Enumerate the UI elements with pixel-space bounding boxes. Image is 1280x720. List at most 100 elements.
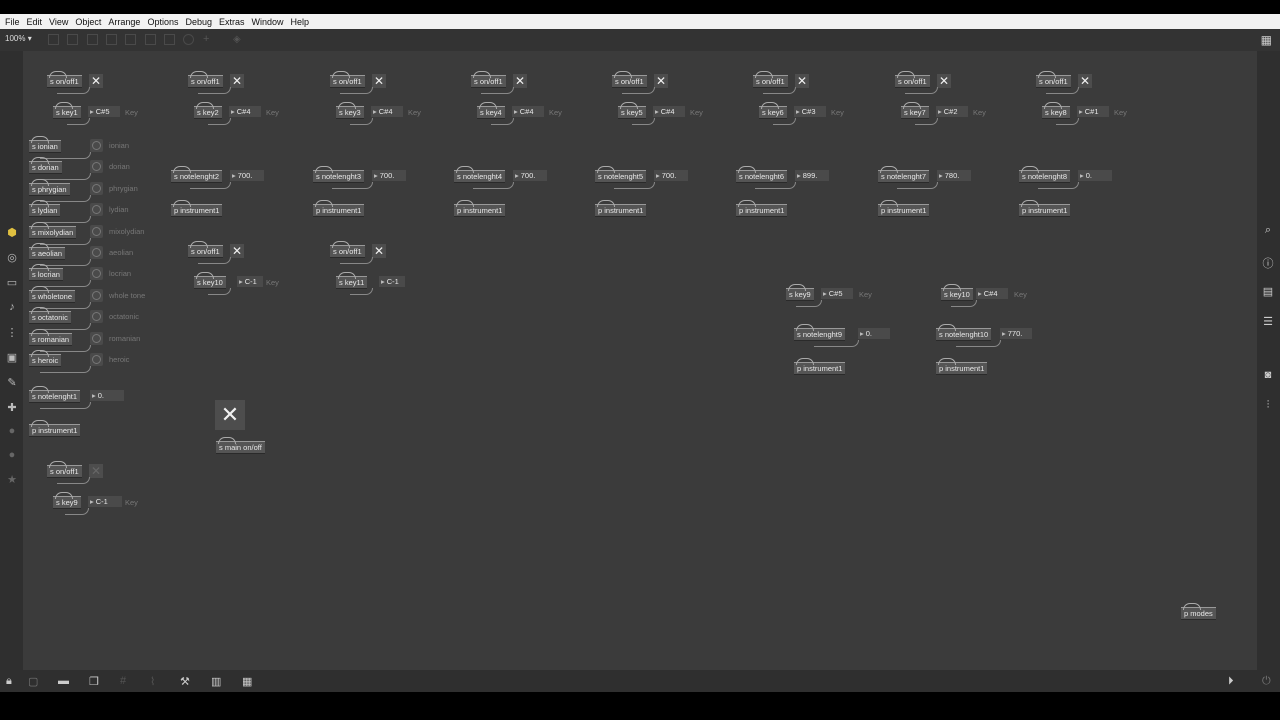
notelength-number-5[interactable]: ▸ 700. (654, 170, 688, 181)
note-number-4[interactable]: ▸ C#4 (512, 106, 544, 117)
right-note-number-1[interactable]: ▸ C#5 (821, 288, 853, 299)
menu-item-object[interactable]: Object (75, 17, 101, 27)
star-icon[interactable]: ★ (5, 473, 19, 486)
right-notelength-number-1[interactable]: ▸ 0. (858, 328, 890, 339)
menu-item-window[interactable]: Window (252, 17, 284, 27)
sequence-icon[interactable]: ⋮ (5, 326, 19, 339)
note-number-6[interactable]: ▸ C#3 (794, 106, 826, 117)
note-number-8[interactable]: ▸ C#1 (1077, 106, 1109, 117)
mode-bang-romanian[interactable] (90, 332, 103, 345)
instrument-object-5[interactable]: p instrument1 (595, 200, 647, 217)
play-icon[interactable]: ⏵ (1228, 675, 1234, 688)
target-icon[interactable]: ◎ (5, 251, 19, 264)
package-icon[interactable]: ▭ (5, 276, 19, 289)
onoff-toggle-2[interactable]: ✕ (230, 74, 244, 88)
menu-item-extras[interactable]: Extras (219, 17, 245, 27)
mode-bang-mixolydian[interactable] (90, 225, 103, 238)
menu-item-options[interactable]: Options (147, 17, 178, 27)
mode-bang-dorian[interactable] (90, 160, 103, 173)
clip-icon[interactable]: ✎ (5, 376, 19, 389)
slider-icon[interactable] (164, 34, 175, 45)
windows-icon[interactable]: ❐ (89, 675, 99, 688)
camera-icon[interactable]: ◙ (1261, 369, 1275, 381)
mode-bang-ionian[interactable] (90, 139, 103, 152)
menu-item-help[interactable]: Help (291, 17, 310, 27)
mode-bang-heroic[interactable] (90, 353, 103, 366)
info-icon[interactable]: ⓘ (1261, 255, 1275, 271)
patcher-canvas[interactable] (23, 51, 1257, 670)
paint-icon[interactable]: ◈ (233, 34, 244, 45)
mid-onoff-toggle-2[interactable]: ✕ (372, 244, 386, 258)
onoff-toggle-4[interactable]: ✕ (513, 74, 527, 88)
notelength-number-4[interactable]: ▸ 700. (513, 170, 547, 181)
presentation-icon[interactable]: ▬ (58, 675, 69, 687)
zoom-dropdown[interactable]: 100% ▾ (5, 34, 32, 43)
note-number-1[interactable]: ▸ C#5 (88, 106, 120, 117)
note-number-3[interactable]: ▸ C#4 (371, 106, 403, 117)
jump-icon[interactable]: ✚ (5, 401, 19, 414)
info-circle-icon[interactable]: ● (5, 425, 19, 437)
menu-item-arrange[interactable]: Arrange (108, 17, 140, 27)
dial-icon[interactable] (183, 34, 194, 45)
notelength-number-1[interactable]: ▸ 0. (90, 390, 124, 401)
instrument-object-2[interactable]: p instrument1 (171, 200, 223, 217)
onoff-toggle-1[interactable]: ✕ (89, 74, 103, 88)
note-number-2[interactable]: ▸ C#4 (229, 106, 261, 117)
bottom-note-number[interactable]: ▸ C-1 (88, 496, 122, 507)
right-note-number-2[interactable]: ▸ C#4 (976, 288, 1008, 299)
image-icon[interactable]: ▣ (5, 351, 19, 364)
p-modes-object[interactable]: p modes (1181, 603, 1216, 620)
mode-bang-aeolian[interactable] (90, 246, 103, 259)
mode-bang-locrian[interactable] (90, 267, 103, 280)
list-icon[interactable]: ☰ (1261, 315, 1275, 328)
menu-item-debug[interactable]: Debug (185, 17, 212, 27)
help-circle-icon[interactable]: ● (5, 449, 19, 461)
onoff-toggle-7[interactable]: ✕ (937, 74, 951, 88)
music-icon[interactable]: ♪ (5, 301, 19, 313)
notelength-number-7[interactable]: ▸ 780. (937, 170, 971, 181)
grid-bottom-icon[interactable]: ▦ (242, 675, 252, 688)
instrument-object-3[interactable]: p instrument1 (313, 200, 365, 217)
menu-item-edit[interactable]: Edit (27, 17, 43, 27)
mode-bang-whole-tone[interactable] (90, 289, 103, 302)
onoff-toggle-5[interactable]: ✕ (654, 74, 668, 88)
menu-item-file[interactable]: File (5, 17, 20, 27)
instrument-object-left[interactable]: p instrument1 (29, 420, 81, 437)
mid-note-number-1[interactable]: ▸ C-1 (237, 276, 263, 287)
onoff-toggle-3[interactable]: ✕ (372, 74, 386, 88)
comment-icon[interactable] (87, 34, 98, 45)
message-icon[interactable] (67, 34, 78, 45)
search-icon[interactable]: ⌕ (1261, 224, 1275, 237)
grid-snap-icon[interactable]: # (120, 675, 126, 687)
instrument-object-4[interactable]: p instrument1 (454, 200, 506, 217)
toggle-icon[interactable] (125, 34, 136, 45)
book-icon[interactable]: ▤ (1261, 285, 1275, 298)
lock-icon[interactable]: 🔒︎ (6, 675, 12, 688)
number-icon[interactable] (145, 34, 156, 45)
power-icon[interactable]: ⏻ (1262, 675, 1271, 688)
new-object-icon[interactable] (48, 34, 59, 45)
note-number-5[interactable]: ▸ C#4 (653, 106, 685, 117)
bottom-onoff-toggle[interactable]: ✕ (89, 464, 103, 478)
main-toggle[interactable]: ✕ (215, 400, 245, 430)
right-instrument-object-1[interactable]: p instrument1 (794, 358, 846, 375)
instrument-object-8[interactable]: p instrument1 (1019, 200, 1071, 217)
button-icon[interactable] (106, 34, 117, 45)
main-onoff-send[interactable]: s main on/off (216, 437, 265, 454)
right-notelength-number-2[interactable]: ▸ 770. (1000, 328, 1032, 339)
instrument-object-6[interactable]: p instrument1 (736, 200, 788, 217)
plus-icon[interactable]: + (203, 34, 214, 45)
wand-icon[interactable]: ⌇ (150, 675, 155, 688)
mode-bang-lydian[interactable] (90, 203, 103, 216)
mode-bang-octatonic[interactable] (90, 310, 103, 323)
mixer-icon[interactable]: ⫶ (1261, 399, 1275, 412)
parallel-icon[interactable]: ▥ (211, 675, 221, 688)
mid-note-number-2[interactable]: ▸ C-1 (379, 276, 405, 287)
notelength-number-3[interactable]: ▸ 700. (372, 170, 406, 181)
onoff-toggle-6[interactable]: ✕ (795, 74, 809, 88)
notelength-number-6[interactable]: ▸ 899. (795, 170, 829, 181)
instrument-object-7[interactable]: p instrument1 (878, 200, 930, 217)
notelength-number-2[interactable]: ▸ 700. (230, 170, 264, 181)
wrench-icon[interactable]: ⚒ (180, 675, 190, 688)
edit-icon[interactable]: ▢ (28, 675, 38, 688)
